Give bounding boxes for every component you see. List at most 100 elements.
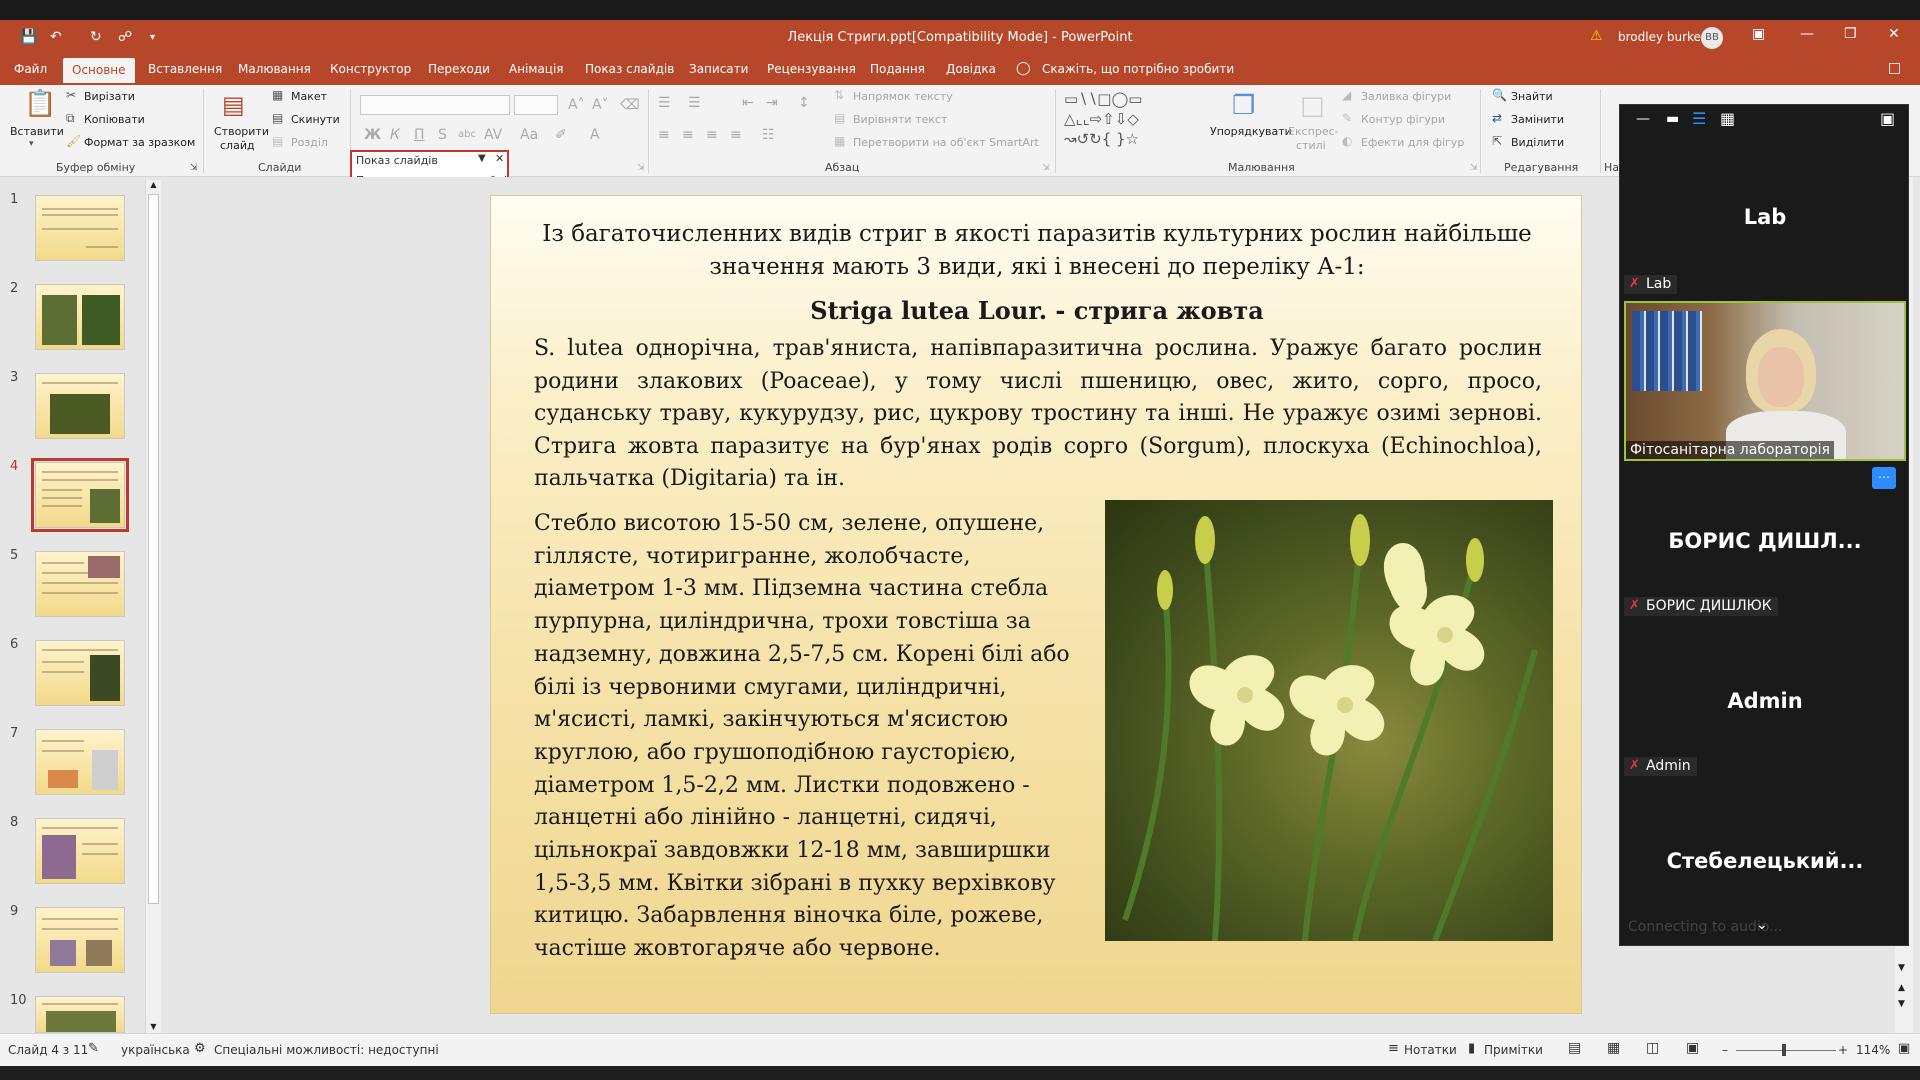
justify-icon[interactable]: ≡ bbox=[730, 127, 742, 143]
speaker-view-icon[interactable]: ▬ bbox=[1666, 111, 1679, 127]
columns-icon[interactable]: ☷ bbox=[762, 127, 775, 143]
highlight-icon[interactable]: ✐ bbox=[555, 127, 567, 143]
tab-insert[interactable]: Вставлення bbox=[148, 62, 222, 76]
slide-thumbnail-8[interactable] bbox=[35, 818, 125, 884]
restore-icon[interactable]: ❐ bbox=[1844, 26, 1857, 42]
previous-slide-icon[interactable]: ▲ bbox=[1898, 983, 1905, 993]
new-slide-icon[interactable]: ▤ bbox=[222, 91, 245, 119]
quick-styles-button-line2[interactable]: стилі bbox=[1296, 139, 1326, 152]
spacing-icon[interactable]: AV bbox=[484, 127, 502, 143]
slideshow-view-icon[interactable]: ▣ bbox=[1686, 1040, 1699, 1056]
cut-button[interactable]: Вирізати bbox=[84, 90, 135, 103]
change-case-icon[interactable]: Aa bbox=[520, 127, 538, 143]
reading-view-icon[interactable]: ◫ bbox=[1646, 1040, 1659, 1056]
paragraph-launcher-icon[interactable]: ⇲ bbox=[1042, 163, 1050, 173]
decrease-indent-icon[interactable]: ⇤ bbox=[742, 95, 754, 111]
text-direction-button[interactable]: Напрямок тексту bbox=[853, 90, 953, 103]
minimize-panel-icon[interactable]: — bbox=[1636, 111, 1650, 127]
normal-view-icon[interactable]: ▤ bbox=[1568, 1040, 1581, 1056]
section-button[interactable]: Розділ bbox=[291, 136, 328, 149]
tab-transitions[interactable]: Переходи bbox=[428, 62, 490, 76]
scroll-down-icon[interactable]: ▼ bbox=[1898, 963, 1905, 973]
fit-to-window-icon[interactable]: ▣ bbox=[1898, 1041, 1910, 1056]
slide-paragraph-2[interactable]: Стебло висотою 15-50 см, зелене, опушене… bbox=[534, 508, 1089, 966]
align-center-icon[interactable]: ≡ bbox=[682, 127, 694, 143]
shape-effects-button[interactable]: Ефекти для фігур bbox=[1361, 136, 1464, 149]
decrease-font-icon[interactable]: A˅ bbox=[592, 97, 609, 113]
drawing-launcher-icon[interactable]: ⇲ bbox=[1470, 163, 1478, 173]
participant-video[interactable]: Фітосанітарна лабораторія bbox=[1624, 301, 1906, 461]
quick-styles-button[interactable]: Експрес- bbox=[1288, 125, 1339, 138]
arrange-button[interactable]: Упорядкувати bbox=[1210, 125, 1292, 138]
strip-view-icon[interactable]: ☰ bbox=[1692, 109, 1706, 128]
tab-home[interactable]: Основне bbox=[63, 58, 135, 83]
more-options-button[interactable]: ⋯ bbox=[1872, 467, 1896, 489]
increase-indent-icon[interactable]: ⇥ bbox=[766, 95, 778, 111]
line-spacing-icon[interactable]: ↕ bbox=[798, 95, 810, 111]
slide-thumbnail-2[interactable] bbox=[35, 284, 125, 350]
slide-paragraph-1[interactable]: S. lutea однорічна, трав'яниста, напівпа… bbox=[534, 333, 1542, 496]
font-color-icon[interactable]: A bbox=[590, 127, 600, 143]
find-button[interactable]: Знайти bbox=[1511, 90, 1553, 103]
font-size-combo[interactable] bbox=[514, 95, 558, 115]
shape-fill-button[interactable]: Заливка фігури bbox=[1361, 90, 1451, 103]
font-name-combo[interactable] bbox=[360, 95, 510, 115]
slide-thumbnail-9[interactable] bbox=[35, 907, 125, 973]
tell-me-search[interactable]: Скажіть, що потрібно зробити bbox=[1042, 62, 1234, 76]
tab-record[interactable]: Записати bbox=[689, 62, 748, 76]
tab-draw[interactable]: Малювання bbox=[238, 62, 311, 76]
chevron-down-icon[interactable]: ⌄ bbox=[1756, 917, 1768, 933]
spellcheck-icon[interactable]: ✎ bbox=[88, 1041, 99, 1056]
clipboard-launcher-icon[interactable]: ⇲ bbox=[190, 163, 198, 173]
paste-dropdown-icon[interactable]: ▾ bbox=[29, 139, 34, 149]
tab-review[interactable]: Рецензування bbox=[767, 62, 856, 76]
layout-button[interactable]: Макет bbox=[291, 90, 327, 103]
tab-animations[interactable]: Анімація bbox=[509, 62, 564, 76]
arrange-icon[interactable]: ❐ bbox=[1232, 91, 1255, 121]
font-launcher-icon[interactable]: ⇲ bbox=[637, 163, 645, 173]
striga-flower-photo[interactable] bbox=[1105, 500, 1553, 941]
avatar[interactable]: BB bbox=[1701, 27, 1723, 49]
clear-formatting-icon[interactable]: ⌫ bbox=[620, 97, 640, 113]
new-slide-button[interactable]: Створити bbox=[214, 125, 269, 138]
next-slide-icon[interactable]: ▼ bbox=[1898, 999, 1905, 1009]
slide-thumbnail-5[interactable] bbox=[35, 551, 125, 617]
copy-button[interactable]: Копіювати bbox=[84, 113, 145, 126]
shadow-icon[interactable]: S bbox=[438, 127, 447, 143]
format-painter-button[interactable]: Формат за зразком bbox=[84, 136, 195, 149]
slide-thumbnail-3[interactable] bbox=[35, 373, 125, 439]
bold-icon[interactable]: Ж bbox=[364, 127, 381, 143]
tab-file[interactable]: Файл bbox=[14, 62, 47, 76]
slide-thumbnail-4[interactable] bbox=[31, 458, 129, 532]
language-indicator[interactable]: українська bbox=[121, 1043, 190, 1057]
slide-heading[interactable]: Striga lutea Lour. - стрига жовта bbox=[531, 296, 1543, 325]
new-slide-button-line2[interactable]: слайд bbox=[220, 139, 255, 152]
increase-font-icon[interactable]: A˄ bbox=[568, 97, 585, 113]
slide-thumbnail-7[interactable] bbox=[35, 729, 125, 795]
zoom-out-icon[interactable]: – bbox=[1722, 1043, 1728, 1057]
shapes-gallery[interactable]: ▭∖∖□◯▭ △⌞⌞⇨⇧⇩◇ ↝↺↻{ }☆ bbox=[1064, 89, 1194, 151]
exit-fullscreen-icon[interactable]: ▣ bbox=[1880, 109, 1895, 128]
align-left-icon[interactable]: ≡ bbox=[658, 127, 670, 143]
scroll-up-icon[interactable]: ▲ bbox=[146, 180, 161, 192]
user-name[interactable]: brodley burke bbox=[1618, 30, 1701, 44]
popup-dropdown-icon[interactable]: ▼ bbox=[478, 153, 486, 164]
zoom-level[interactable]: 114% bbox=[1856, 1043, 1890, 1057]
popup-close-icon[interactable]: ✕ bbox=[495, 152, 504, 165]
numbering-icon[interactable]: ☰ bbox=[688, 95, 701, 111]
slide-thumbnail-6[interactable] bbox=[35, 640, 125, 706]
slide-canvas[interactable]: Із багаточисленних видів стриг в якості … bbox=[490, 195, 1582, 1014]
bullets-icon[interactable]: ☰ bbox=[658, 95, 671, 111]
reset-button[interactable]: Скинути bbox=[291, 113, 340, 126]
zoom-slider[interactable] bbox=[1736, 1050, 1836, 1051]
slide-sorter-icon[interactable]: ▦ bbox=[1607, 1040, 1620, 1056]
comments-button[interactable]: Примітки bbox=[1484, 1043, 1543, 1057]
accessibility-status[interactable]: Спеціальні можливості: недоступні bbox=[214, 1043, 439, 1057]
align-right-icon[interactable]: ≡ bbox=[706, 127, 718, 143]
slide-counter[interactable]: Слайд 4 з 11 bbox=[8, 1043, 88, 1057]
ribbon-display-icon[interactable]: ▣ bbox=[1752, 26, 1765, 42]
close-icon[interactable]: ✕ bbox=[1888, 26, 1900, 42]
thumbnails-scrollbar[interactable]: ▲ ▼ bbox=[145, 180, 161, 1035]
strikethrough-icon[interactable]: abc bbox=[458, 129, 476, 140]
comments-icon[interactable]: □ bbox=[1888, 60, 1901, 76]
